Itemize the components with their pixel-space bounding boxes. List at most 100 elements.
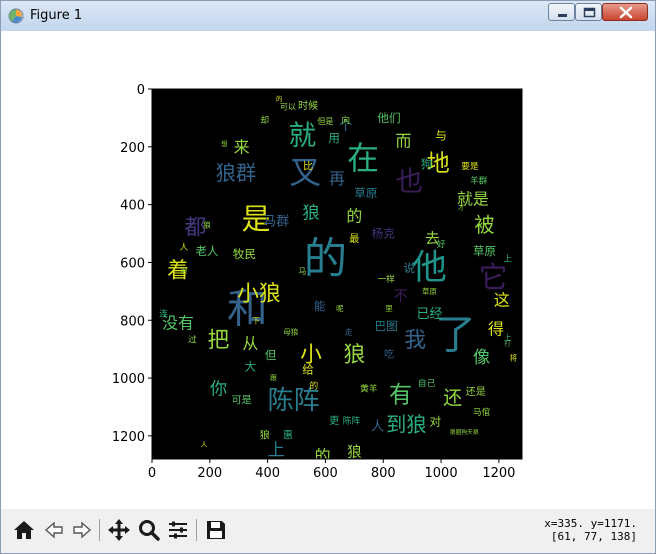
word-cloud-word: 狗 — [421, 157, 433, 171]
back-arrow-icon[interactable] — [41, 517, 67, 543]
word-cloud-word: 但是 — [317, 116, 333, 126]
zoom-icon[interactable] — [136, 517, 162, 543]
word-cloud-word: 得 — [488, 319, 504, 338]
word-cloud-word: 最 — [349, 233, 359, 245]
x-tick-label: 400 — [255, 466, 280, 481]
window-title: Figure 1 — [30, 8, 83, 23]
word-cloud-word: 他 — [412, 248, 447, 288]
word-cloud-word: 的 — [304, 235, 347, 285]
maximize-icon — [583, 7, 596, 18]
word-cloud-word: 马群 — [263, 214, 289, 229]
word-cloud-word: 过 — [188, 333, 197, 345]
y-tick-label: 800 — [120, 314, 145, 329]
word-cloud-word: 呢 — [336, 304, 344, 313]
y-tick-label: 1200 — [112, 430, 145, 445]
word-cloud-word: 却 — [260, 115, 269, 126]
word-cloud-word: 的 — [315, 447, 331, 466]
coords-position: x=335. y=1171. — [544, 517, 637, 530]
y-tick-label: 600 — [120, 256, 145, 271]
pan-icon[interactable] — [106, 517, 132, 543]
word-cloud-word: 也 — [396, 166, 424, 198]
word-cloud-word: 更 — [329, 415, 339, 427]
forward-arrow-icon[interactable] — [69, 517, 95, 543]
word-cloud-word: 连 — [159, 307, 168, 319]
word-cloud-word: 惠 — [283, 428, 293, 441]
x-tick-label: 1200 — [482, 466, 515, 481]
word-cloud-word: 还是 — [466, 386, 486, 398]
word-cloud-word: 草原 — [473, 244, 496, 258]
title-bar[interactable]: Figure 1 — [1, 1, 655, 31]
word-cloud-word: 可是 — [232, 395, 252, 407]
home-icon[interactable] — [11, 517, 37, 543]
x-tick-label: 1000 — [425, 466, 458, 481]
word-cloud-word: 打 — [504, 338, 511, 347]
configure-subplots-icon[interactable] — [165, 517, 191, 543]
word-cloud-word: 再 — [329, 169, 345, 188]
word-cloud-word: 杨克 — [372, 227, 396, 241]
word-cloud-word: 自己 — [418, 377, 436, 389]
word-cloud-word: 草原 — [422, 286, 437, 296]
word-cloud-word: 时候 — [298, 99, 318, 112]
word-cloud-word: 马 — [298, 266, 306, 276]
close-button[interactable] — [602, 3, 648, 21]
word-cloud-word: 能 — [314, 299, 326, 313]
word-cloud-word: 走 — [345, 327, 353, 337]
word-cloud-word: 就 — [289, 119, 317, 151]
toolbar-separator — [99, 519, 100, 541]
word-cloud-word: 从 — [242, 334, 258, 353]
word-cloud-word: 吃 — [384, 347, 394, 360]
word-cloud-word: 一样 — [377, 273, 395, 285]
word-cloud-word: 有 — [389, 382, 412, 408]
word-cloud-word: 狼 — [180, 266, 187, 275]
minimize-icon — [558, 14, 567, 17]
word-cloud-word: 狼 — [343, 342, 365, 367]
y-tick-label: 0 — [137, 83, 145, 98]
word-cloud-word: 上 — [268, 440, 285, 460]
word-cloud-word: 想 — [221, 139, 228, 148]
word-cloud-word: 母狼 — [283, 326, 298, 336]
word-cloud-word: 被 — [474, 213, 494, 237]
x-tick-label: 200 — [197, 466, 222, 481]
word-cloud-word: 的 — [276, 94, 282, 103]
word-cloud-word: 的 — [346, 207, 362, 226]
save-icon[interactable] — [203, 517, 229, 543]
word-cloud-word: 人 — [371, 420, 384, 435]
plot-area[interactable]: 的和了他在又就也是它陈阵地狼群小狼小 狼有我到狼把着都 被就是像还你上的狼得这从再而… — [1, 31, 655, 509]
x-tick-label: 0 — [148, 466, 156, 481]
maximize-button[interactable] — [575, 3, 602, 21]
word-cloud-word: 到狼 — [386, 412, 426, 436]
word-cloud-word: 牧民 — [233, 247, 256, 261]
word-cloud-word: 对 — [429, 414, 441, 428]
word-cloud-word: 它 — [479, 260, 508, 294]
word-cloud-word: 黄羊 — [360, 383, 378, 395]
toolbar-separator — [196, 519, 197, 541]
word-cloud-word: 又 — [289, 154, 321, 191]
word-cloud-word: 里 — [385, 304, 393, 313]
word-cloud-word: 给 — [302, 362, 314, 376]
word-cloud-word: 把 — [208, 328, 230, 353]
word-cloud-word: 要是 — [461, 161, 479, 172]
word-cloud-word: 大 — [244, 360, 256, 374]
close-icon — [619, 6, 633, 19]
figure-canvas[interactable]: 的和了他在又就也是它陈阵地狼群 小狼小狼有我到狼把着都被就是像还你上的狼得这从再而… — [1, 31, 655, 509]
word-cloud-word: 跟 — [270, 374, 277, 382]
x-tick-label: 600 — [313, 466, 338, 481]
word-cloud-word: 才 — [458, 203, 464, 212]
y-tick-label: 400 — [120, 199, 145, 214]
word-cloud-word: 的 — [310, 380, 319, 392]
word-cloud-word: 在 — [347, 140, 379, 177]
minimize-button[interactable] — [548, 3, 575, 21]
word-cloud-word: 用 — [328, 131, 340, 145]
word-cloud-word: 而 — [396, 132, 412, 151]
y-tick-label: 1000 — [112, 372, 145, 387]
word-cloud-word: 将 — [510, 352, 518, 362]
word-cloud-word: 狼群 — [216, 161, 256, 185]
word-cloud-word: 已经 — [416, 307, 442, 322]
word-cloud-word: 下 — [252, 315, 260, 325]
word-cloud-word: 草原 — [354, 186, 377, 200]
word-cloud-word: 不 — [393, 289, 408, 305]
navigation-toolbar: x=335. y=1171. [61, 77, 138] — [1, 509, 655, 553]
word-cloud-word: 陈阵 — [343, 414, 361, 426]
word-cloud-word: 老人 — [195, 244, 219, 258]
word-cloud-word: 你 — [210, 380, 227, 400]
